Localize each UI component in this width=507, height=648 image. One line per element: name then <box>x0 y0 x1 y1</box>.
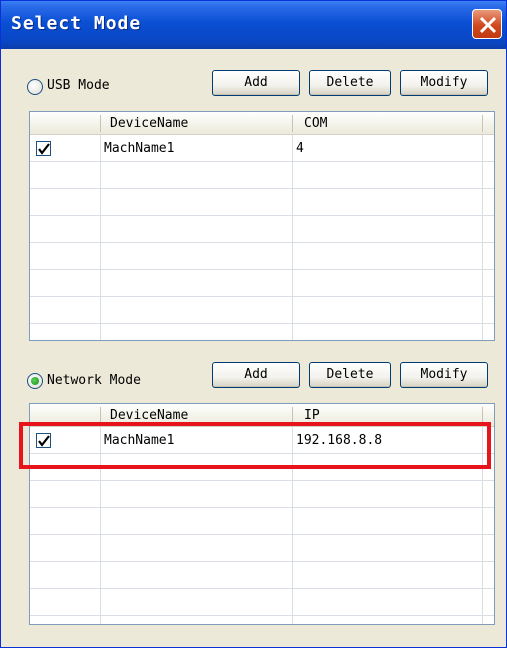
usb-delete-button[interactable]: Delete <box>309 70 391 96</box>
usb-row-checkbox[interactable] <box>36 141 51 156</box>
network-empty-row <box>30 535 494 562</box>
usb-modify-button[interactable]: Modify <box>400 70 488 96</box>
network-empty-row <box>30 589 494 616</box>
radio-selected-dot-icon <box>31 377 39 385</box>
usb-empty-row <box>30 243 494 270</box>
window-title: Select Mode <box>11 13 142 34</box>
usb-col-com-header[interactable]: COM <box>292 112 482 135</box>
network-modify-button[interactable]: Modify <box>400 362 488 388</box>
network-add-button[interactable]: Add <box>212 362 300 388</box>
check-icon <box>38 143 50 155</box>
network-mode-radio[interactable] <box>27 373 43 389</box>
close-button[interactable] <box>472 9 502 39</box>
highlight-box <box>19 422 491 469</box>
dialog-body: USB Mode Add Delete Modify DeviceName CO… <box>7 49 500 643</box>
usb-device-list[interactable]: DeviceName COM MachName1 4 <box>29 111 495 341</box>
network-mode-header: Network Mode Add Delete Modify <box>7 361 500 397</box>
select-mode-dialog: Select Mode USB Mode Add Delete Modify D… <box>0 0 507 648</box>
usb-mode-radio[interactable] <box>27 79 43 95</box>
usb-empty-row <box>30 189 494 216</box>
network-delete-button[interactable]: Delete <box>309 362 391 388</box>
usb-col-check-header[interactable] <box>30 112 100 135</box>
usb-empty-row <box>30 270 494 297</box>
usb-row-devicename: MachName1 <box>104 141 175 156</box>
network-mode-label[interactable]: Network Mode <box>47 373 141 388</box>
usb-list-header: DeviceName COM <box>30 112 494 135</box>
close-x-icon <box>479 16 497 34</box>
usb-empty-row <box>30 216 494 243</box>
usb-add-button[interactable]: Add <box>212 70 300 96</box>
usb-mode-header: USB Mode Add Delete Modify <box>7 69 500 105</box>
usb-mode-label[interactable]: USB Mode <box>47 78 110 93</box>
usb-empty-row <box>30 162 494 189</box>
usb-empty-row <box>30 297 494 324</box>
usb-table-row[interactable]: MachName1 4 <box>30 135 494 162</box>
usb-col-devicename-header[interactable]: DeviceName <box>100 112 292 135</box>
title-bar[interactable]: Select Mode <box>1 1 506 49</box>
usb-row-com: 4 <box>296 141 304 156</box>
network-empty-row <box>30 562 494 589</box>
network-empty-row <box>30 508 494 535</box>
network-empty-row <box>30 481 494 508</box>
